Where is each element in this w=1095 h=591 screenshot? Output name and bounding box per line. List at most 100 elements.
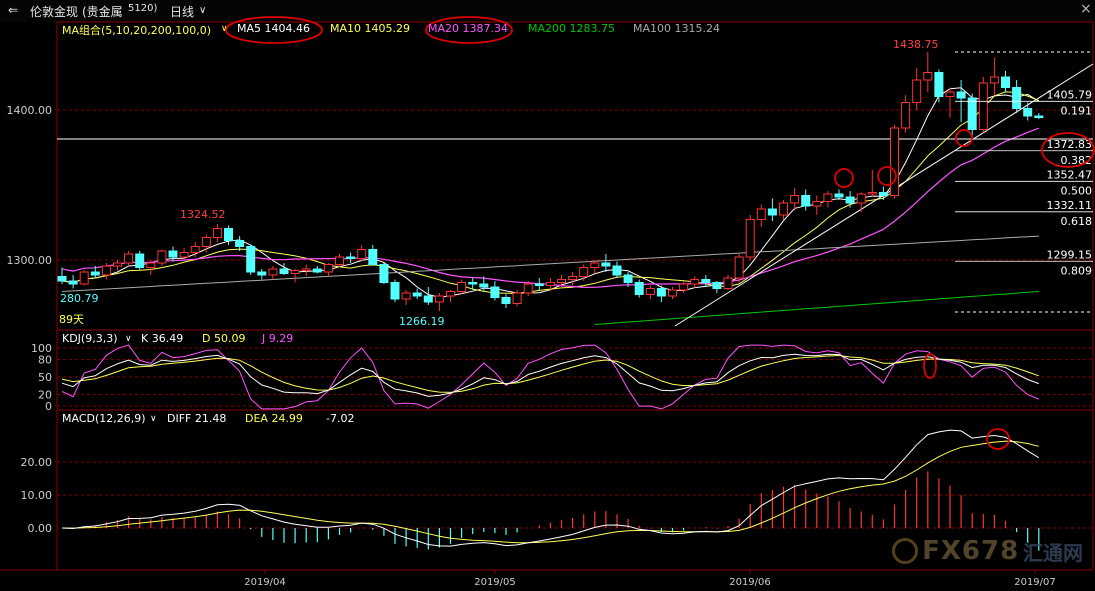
up-candle — [401, 292, 411, 300]
down-candle — [390, 282, 400, 300]
fib-ratio-label: 0.618 — [1061, 215, 1093, 228]
down-candle — [423, 295, 433, 303]
up-candle — [146, 262, 156, 268]
price-tick-label: 1400.00 — [7, 104, 53, 117]
date-tick-label: 2019/05 — [474, 577, 516, 588]
ma5-value: MA5 1404.46 — [237, 22, 310, 35]
down-candle — [656, 288, 666, 297]
macd-diff-value: DIFF 21.48 — [167, 412, 227, 425]
up-candle — [734, 256, 744, 279]
down-candle — [368, 249, 378, 265]
macd-histogram-value: -7.02 — [326, 412, 355, 425]
chevron-down-icon[interactable]: ∨ — [125, 334, 132, 344]
up-candle — [157, 250, 167, 264]
down-candle — [257, 271, 267, 276]
fib-ratio-label: 0.191 — [1061, 104, 1093, 117]
macd-series — [61, 429, 1040, 551]
up-candle — [745, 219, 755, 258]
ma10-value: MA10 1405.29 — [330, 22, 410, 35]
down-candle — [68, 280, 78, 285]
up-candle — [645, 288, 655, 295]
down-candle — [801, 195, 811, 207]
high-price-label: 1438.75 — [893, 38, 939, 51]
up-candle — [856, 193, 866, 204]
down-candle — [767, 208, 777, 216]
down-candle — [312, 268, 322, 273]
up-candle — [113, 262, 122, 267]
down-candle — [412, 292, 422, 297]
up-candle — [268, 268, 278, 276]
up-candle — [434, 295, 444, 303]
ma100-value: MA100 1315.24 — [633, 22, 720, 35]
macd-dea-value: DEA 24.99 — [245, 412, 303, 425]
macd-diff-line — [61, 429, 1040, 547]
macd-tick-label: 0.00 — [28, 522, 53, 535]
fib-ratio-label: 0.500 — [1061, 184, 1093, 197]
down-candle — [468, 282, 478, 285]
macd-tick-label: 20.00 — [21, 456, 53, 469]
down-candle — [279, 268, 289, 274]
down-candle — [224, 228, 233, 241]
price-chart[interactable]: 1405.79 0.191 1372.83 0.3821352.47 0.500 1332… — [0, 0, 1095, 591]
up-candle — [579, 267, 589, 277]
up-candle — [290, 270, 300, 274]
chevron-down-icon[interactable]: ∨ — [150, 414, 157, 424]
breakout-highlight-circle — [834, 168, 854, 188]
up-candle — [557, 279, 566, 283]
down-candle — [1034, 115, 1044, 118]
kdj-legend-label[interactable]: KDJ(9,3,3) — [62, 332, 118, 345]
kdj-k-line — [61, 353, 1039, 397]
support-highlight-circle — [955, 129, 973, 147]
down-candle — [534, 283, 544, 286]
down-candle — [57, 276, 67, 282]
up-candle — [523, 283, 533, 294]
down-candle — [712, 282, 722, 289]
grid-lines — [57, 109, 1093, 529]
up-candle — [79, 271, 89, 285]
down-candle — [135, 253, 145, 268]
down-candle — [90, 271, 100, 276]
date-tick-label: 2019/07 — [1014, 577, 1056, 588]
fx678-logo-icon — [892, 538, 919, 564]
up-candle — [989, 76, 999, 84]
kdj-k-value: K 36.49 — [141, 332, 184, 345]
up-candle — [335, 256, 344, 265]
ma-legend-label[interactable]: MA组合(5,10,20,200,100,0) — [62, 22, 211, 38]
kdj-tick-label: 0 — [45, 400, 52, 413]
up-candle — [124, 253, 134, 264]
low-price-label: 1266.19 — [399, 315, 445, 328]
up-candle — [301, 268, 311, 271]
down-candle — [634, 282, 644, 295]
down-candle — [379, 264, 389, 283]
up-candle — [568, 276, 578, 280]
up-candle — [190, 246, 200, 253]
up-candle — [823, 193, 833, 202]
ma200-value: MA200 1283.75 — [528, 22, 615, 35]
up-candle — [357, 249, 367, 259]
up-candle — [212, 228, 222, 238]
fib-ratio-label: 0.382 — [1061, 154, 1093, 167]
highlight-circles — [225, 16, 1095, 450]
up-candle — [457, 282, 467, 292]
down-candle — [1023, 108, 1033, 117]
down-candle — [845, 196, 855, 204]
macd-legend-label[interactable]: MACD(12,26,9) — [62, 412, 146, 425]
kdj-d-line — [61, 354, 1039, 393]
days-count-label: 89天 — [59, 313, 84, 326]
down-candle — [623, 274, 633, 283]
high-price-label: 1324.52 — [180, 208, 226, 221]
fib-price-label: 1299.15 — [1047, 248, 1093, 261]
fib-price-label: 1332.11 — [1047, 199, 1093, 212]
up-candle — [978, 82, 988, 130]
fib-price-label: 1372.83 — [1047, 138, 1093, 151]
chevron-down-icon[interactable]: ∨ — [221, 24, 228, 34]
down-candle — [701, 279, 711, 283]
down-candle — [490, 286, 500, 298]
down-candle — [834, 193, 844, 198]
up-candle — [756, 208, 766, 220]
up-candle — [901, 102, 911, 129]
up-candle — [867, 192, 877, 195]
up-candle — [945, 91, 955, 97]
up-candle — [101, 265, 111, 276]
up-candle — [201, 237, 211, 247]
